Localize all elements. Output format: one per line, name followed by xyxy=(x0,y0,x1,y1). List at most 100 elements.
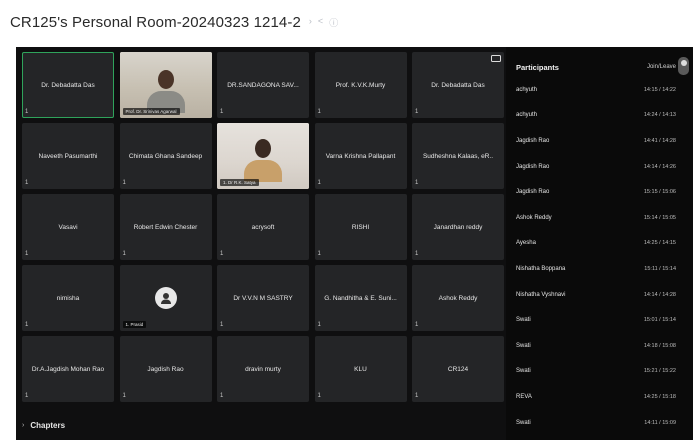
chevron-icon[interactable]: › xyxy=(309,16,312,29)
participant-tile[interactable]: Prof. Dr. Srinivas Agarwal xyxy=(119,52,212,118)
participant-time: 14:18 / 15:08 xyxy=(643,342,676,349)
mic-indicator: 1 xyxy=(220,109,224,115)
participant-tile[interactable]: Vasavi 1 xyxy=(22,194,114,260)
list-item[interactable]: Swati 14:18 / 15:08 xyxy=(516,333,676,359)
participant-name: achyuth xyxy=(516,86,538,93)
list-item[interactable]: Swati 15:21 / 15:22 xyxy=(516,359,676,385)
person-silhouette xyxy=(146,70,185,113)
participant-name: Swati xyxy=(516,317,531,324)
mic-indicator: 1 xyxy=(415,393,419,399)
camera-icon[interactable] xyxy=(491,55,501,62)
participant-tile[interactable]: RISHI 1 xyxy=(314,194,407,260)
participant-tile[interactable]: Robert Edwin Chester 1 xyxy=(119,194,212,260)
participant-time: 15:15 / 15:06 xyxy=(643,189,676,196)
tile-participant-name: Naveeth Pasumarthi xyxy=(38,152,98,160)
participant-time: 14:24 / 14:13 xyxy=(643,112,676,119)
participant-tile[interactable]: KLU 1 xyxy=(314,336,407,402)
participant-name: Jagdish Rao xyxy=(516,137,550,144)
mic-indicator: 1 xyxy=(25,109,29,115)
video-grid: Dr. Debadatta Das 1 Prof. Dr. Srinivas Aga… xyxy=(22,52,512,402)
mic-indicator: 1 xyxy=(25,251,29,257)
chapters-bar[interactable]: › Chapters xyxy=(16,410,506,440)
participant-tile[interactable]: Sudheshna Kalaas, eR.. 1 xyxy=(412,123,504,189)
participants-panel: Participants Join/Leave achyuth 14:15 / 1… xyxy=(506,47,693,440)
participant-tile[interactable]: 1. Dr R.K. Satya xyxy=(217,123,309,189)
tile-caption: 1. Dr R.K. Satya xyxy=(220,179,259,186)
window-title: CR125's Personal Room-20240323 1214-2 xyxy=(10,13,301,31)
participant-tile[interactable]: Varna Krishna Pallapant 1 xyxy=(314,123,407,189)
info-icon[interactable]: ⓘ xyxy=(329,16,338,29)
participant-tile[interactable]: G. Nandhitha & E. Suni... 1 xyxy=(314,265,407,331)
mic-indicator: 1 xyxy=(25,180,29,186)
participant-tile[interactable]: Jagdish Rao 1 xyxy=(119,336,212,402)
participant-time: 14:41 / 14:28 xyxy=(643,137,676,144)
mic-indicator: 1 xyxy=(220,393,224,399)
list-item[interactable]: achyuth 14:15 / 14:22 xyxy=(516,77,676,103)
list-item[interactable]: Swati 15:01 / 15:14 xyxy=(516,307,676,333)
mic-indicator: 1 xyxy=(317,393,321,399)
tile-participant-name: Ashok Reddy xyxy=(438,294,478,302)
window-title-bar: CR125's Personal Room-20240323 1214-2 › … xyxy=(0,0,693,44)
participant-time: 15:01 / 15:14 xyxy=(643,317,676,324)
list-item[interactable]: Jagdish Rao 14:14 / 14:26 xyxy=(516,154,676,180)
tile-participant-name: Prof. K.V.K.Murty xyxy=(335,81,386,89)
participant-time: 15:11 / 15:14 xyxy=(644,265,676,272)
list-item[interactable]: Ayesha 14:25 / 14:15 xyxy=(516,231,676,257)
participant-tile[interactable]: CR124 1 xyxy=(412,336,504,402)
panel-toggle[interactable] xyxy=(678,57,689,75)
mic-indicator: 1 xyxy=(122,251,126,257)
participant-tile[interactable]: Dr.A.Jagdish Mohan Rao 1 xyxy=(22,336,114,402)
participant-tile[interactable]: Dr V.V.N M SASTRY 1 xyxy=(217,265,309,331)
participant-tile[interactable]: nimisha 1 xyxy=(22,265,114,331)
list-item[interactable]: Ashok Reddy 15:14 / 15:05 xyxy=(516,205,676,231)
participant-time: 14:15 / 14:22 xyxy=(643,86,676,93)
participant-tile[interactable]: DR.SANDAGONA SAV... 1 xyxy=(217,52,309,118)
participant-tile[interactable]: Chimata Ghana Sandeep 1 xyxy=(119,123,212,189)
participant-tile[interactable]: 1. Prasid xyxy=(119,265,212,331)
chevron-right-icon: › xyxy=(22,421,25,429)
tile-participant-name: dravin murty xyxy=(245,365,281,373)
participant-name: Ayesha xyxy=(516,240,536,247)
tile-participant-name: Janardhan reddy xyxy=(433,223,483,231)
list-item[interactable]: Jagdish Rao 15:15 / 15:06 xyxy=(516,179,676,205)
participant-tile[interactable]: Dr. Debadatta Das 1 xyxy=(412,52,504,118)
participant-time: 14:14 / 14:28 xyxy=(643,291,676,298)
tile-participant-name: acrysoft xyxy=(251,223,275,231)
tile-participant-name: Vasavi xyxy=(58,223,78,231)
participant-tile[interactable]: Ashok Reddy 1 xyxy=(412,265,504,331)
mic-indicator: 1 xyxy=(25,322,29,328)
participants-column-label: Join/Leave xyxy=(646,64,676,70)
participant-time: 14:11 / 15:09 xyxy=(644,419,676,426)
list-item[interactable]: Jagdish Rao 14:41 / 14:28 xyxy=(516,128,676,154)
participant-name: Swati xyxy=(516,368,531,375)
chapters-label: Chapters xyxy=(30,420,66,430)
tile-participant-name: Chimata Ghana Sandeep xyxy=(128,152,203,160)
tile-participant-name: DR.SANDAGONA SAV... xyxy=(227,81,299,89)
participant-tile[interactable]: Prof. K.V.K.Murty 1 xyxy=(314,52,407,118)
participant-name: Nishatha Vyshnavi xyxy=(516,291,566,298)
share-icon[interactable]: < xyxy=(318,16,323,29)
participant-tile[interactable]: dravin murty 1 xyxy=(217,336,309,402)
tile-participant-name: Robert Edwin Chester xyxy=(133,223,198,231)
list-item[interactable]: Nishatha Vyshnavi 14:14 / 14:28 xyxy=(516,282,676,308)
participant-time: 14:25 / 15:18 xyxy=(643,393,676,400)
tile-participant-name: Sudheshna Kalaas, eR.. xyxy=(422,152,494,160)
title-icons: › < ⓘ xyxy=(309,16,338,29)
list-item[interactable]: Swati 14:11 / 15:09 xyxy=(516,410,676,436)
participant-time: 14:14 / 14:26 xyxy=(643,163,676,170)
list-item[interactable]: Nishatha Boppana 15:11 / 15:14 xyxy=(516,256,676,282)
tile-participant-name: G. Nandhitha & E. Suni... xyxy=(324,294,397,302)
list-item[interactable]: REVA 14:25 / 15:18 xyxy=(516,384,676,410)
mic-indicator: 1 xyxy=(122,180,126,186)
tile-participant-name: KLU xyxy=(354,365,367,373)
participant-name: Jagdish Rao xyxy=(516,189,550,196)
mic-indicator: 1 xyxy=(317,180,321,186)
participant-tile[interactable]: acrysoft 1 xyxy=(217,194,309,260)
tile-caption: 1. Prasid xyxy=(122,321,147,328)
list-item[interactable]: achyuth 14:24 / 14:13 xyxy=(516,103,676,129)
tile-participant-name: Dr. Debadatta Das xyxy=(431,81,485,89)
participant-tile[interactable]: Dr. Debadatta Das 1 xyxy=(22,52,114,118)
participant-tile[interactable]: Naveeth Pasumarthi 1 xyxy=(22,123,114,189)
avatar xyxy=(154,287,177,309)
participant-tile[interactable]: Janardhan reddy 1 xyxy=(412,194,504,260)
